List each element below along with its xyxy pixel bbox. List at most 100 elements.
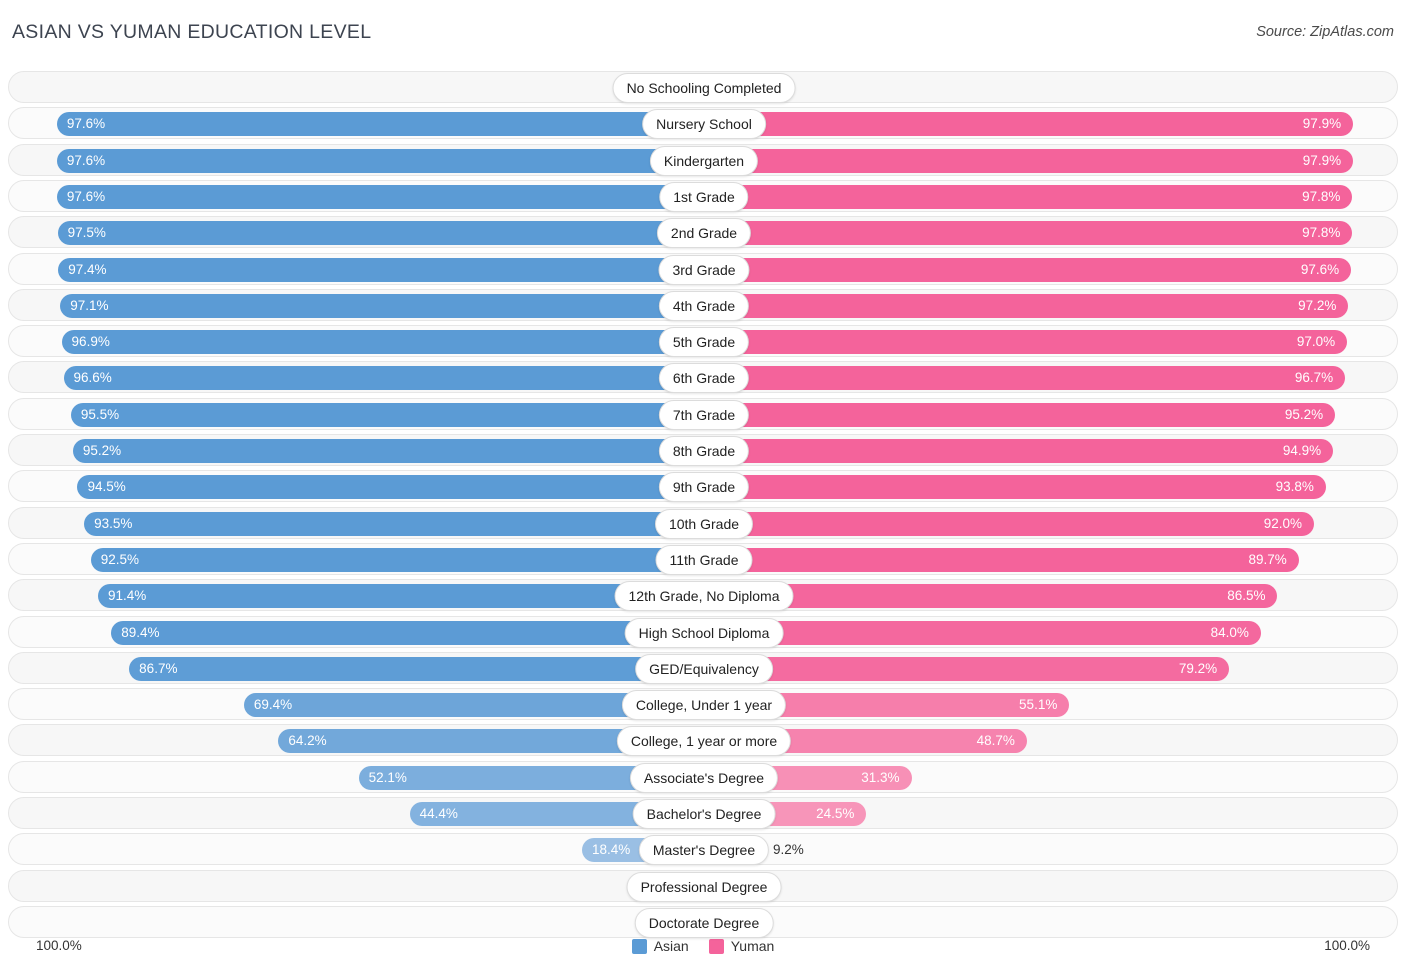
category-label: 9th Grade <box>658 472 750 503</box>
chart-page: ASIAN VS YUMAN EDUCATION LEVEL Source: Z… <box>0 0 1406 975</box>
row-content: 95.2% 94.9% 8th Grade <box>9 435 1397 466</box>
row-content: 97.5% 97.8% 2nd Grade <box>9 217 1397 249</box>
table-row: 92.5% 89.7% 11th Grade <box>8 542 1398 575</box>
legend-label: Asian <box>653 938 689 954</box>
bar-yuman <box>704 620 1261 645</box>
row-content: 97.6% 97.9% Nursery School <box>9 108 1397 140</box>
category-label: Doctorate Degree <box>634 907 774 938</box>
value-label-yuman: 31.3% <box>861 769 900 785</box>
legend-swatch-yuman <box>708 938 724 954</box>
legend-label: Yuman <box>730 938 775 954</box>
bar-asian <box>90 547 704 572</box>
value-label-asian: 91.4% <box>108 588 147 604</box>
category-label: College, Under 1 year <box>621 690 787 721</box>
bar-yuman <box>704 511 1314 536</box>
bar-asian <box>56 112 704 137</box>
category-label: Professional Degree <box>626 871 782 902</box>
row-content: 94.5% 93.8% 9th Grade <box>9 471 1397 503</box>
value-label-yuman: 97.9% <box>1302 116 1342 132</box>
value-label-asian: 97.5% <box>67 225 106 241</box>
row-content: 97.6% 97.8% 1st Grade <box>9 181 1397 212</box>
bar-asian <box>84 511 704 536</box>
row-content: 86.7% 79.2% GED/Equivalency <box>9 653 1397 684</box>
row-content: 5.5%3.3%Professional Degree <box>9 871 1397 902</box>
bar-asian <box>60 293 704 318</box>
category-label: 4th Grade <box>658 290 750 321</box>
value-label-yuman: 97.6% <box>1300 261 1340 277</box>
row-content: 2.4%2.5%No Schooling Completed <box>9 72 1397 103</box>
bar-yuman <box>704 547 1299 572</box>
value-label-asian: 92.5% <box>100 551 139 567</box>
table-row: 97.6% 97.9% Nursery School <box>8 107 1398 140</box>
row-content: 96.6% 96.7% 6th Grade <box>9 362 1397 394</box>
bar-asian <box>98 584 704 609</box>
bar-yuman <box>704 148 1354 173</box>
table-row: 69.4% 55.1% College, Under 1 year <box>8 688 1398 721</box>
value-label-asian: 97.4% <box>68 261 107 277</box>
table-row: 95.2% 94.9% 8th Grade <box>8 434 1398 466</box>
category-label: GED/Equivalency <box>635 653 773 684</box>
value-label-asian: 94.5% <box>87 479 126 495</box>
value-label-yuman: 97.8% <box>1302 188 1341 204</box>
table-row: 2.4%2.5%No Schooling Completed <box>8 71 1398 103</box>
row-content: 93.5% 92.0% 10th Grade <box>9 508 1397 539</box>
value-label-asian: 97.1% <box>70 297 109 313</box>
value-label-yuman: 84.0% <box>1210 624 1249 640</box>
bar-asian <box>111 620 704 645</box>
row-content: 89.4% 84.0% High School Diploma <box>9 617 1397 648</box>
row-content: 52.1% 31.3% Associate's Degree <box>9 762 1397 793</box>
category-label: 5th Grade <box>658 327 750 358</box>
value-label-asian: 93.5% <box>94 515 133 531</box>
table-row: 18.4% 9.2% Master's Degree <box>8 833 1398 866</box>
bar-yuman <box>704 330 1348 355</box>
value-label-yuman: 55.1% <box>1019 697 1058 713</box>
table-row: 64.2% 48.7% College, 1 year or more <box>8 724 1398 757</box>
value-label-asian: 44.4% <box>419 806 458 821</box>
row-content: 97.1% 97.2% 4th Grade <box>9 290 1397 321</box>
table-row: 97.6% 97.8% 1st Grade <box>8 179 1398 212</box>
table-row: 95.5% 95.2% 7th Grade <box>8 397 1398 430</box>
page-title: ASIAN VS YUMAN EDUCATION LEVEL <box>12 21 372 43</box>
category-label: Bachelor's Degree <box>632 799 776 829</box>
value-label-asian: 95.5% <box>80 406 120 422</box>
value-label-yuman: 92.0% <box>1263 515 1302 531</box>
bar-yuman <box>704 112 1354 137</box>
value-label-yuman: 93.8% <box>1275 479 1314 495</box>
category-label: Nursery School <box>642 109 766 140</box>
bar-yuman <box>704 439 1334 463</box>
legend-item: Asian <box>631 938 689 954</box>
category-label: 11th Grade <box>655 544 753 575</box>
bar-yuman <box>704 221 1353 246</box>
value-label-asian: 64.2% <box>288 733 327 749</box>
value-label-yuman: 97.8% <box>1302 225 1341 241</box>
legend-item: Yuman <box>708 938 775 954</box>
value-label-asian: 52.1% <box>368 769 407 785</box>
source-attribution: Source: ZipAtlas.com <box>1256 24 1394 40</box>
bar-asian <box>70 402 704 427</box>
bar-asian <box>56 148 704 173</box>
bar-asian <box>77 475 704 500</box>
value-label-asian: 86.7% <box>139 660 178 676</box>
value-label-yuman: 97.9% <box>1302 152 1342 168</box>
category-label: College, 1 year or more <box>616 726 792 757</box>
value-label-asian: 97.6% <box>66 116 106 132</box>
bar-yuman <box>704 475 1326 500</box>
table-row: 44.4% 24.5% Bachelor's Degree <box>8 797 1398 829</box>
table-row: 97.5% 97.8% 2nd Grade <box>8 216 1398 249</box>
category-label: Associate's Degree <box>629 762 779 793</box>
category-label: High School Diploma <box>624 617 784 648</box>
value-label-asian: 95.2% <box>82 443 122 458</box>
category-label: 3rd Grade <box>658 254 750 285</box>
value-label-yuman: 97.0% <box>1296 334 1336 350</box>
bar-yuman <box>704 293 1349 318</box>
legend-swatch-asian <box>631 938 647 954</box>
value-label-yuman: 94.9% <box>1282 443 1322 458</box>
category-label: Kindergarten <box>649 145 759 176</box>
bar-yuman <box>704 656 1230 681</box>
value-label-yuman: 97.2% <box>1298 297 1337 313</box>
category-label: 10th Grade <box>654 508 754 539</box>
value-label-yuman: 95.2% <box>1284 406 1324 422</box>
value-label-asian: 96.9% <box>71 334 110 350</box>
bar-asian <box>72 439 704 463</box>
bar-yuman <box>704 402 1336 427</box>
